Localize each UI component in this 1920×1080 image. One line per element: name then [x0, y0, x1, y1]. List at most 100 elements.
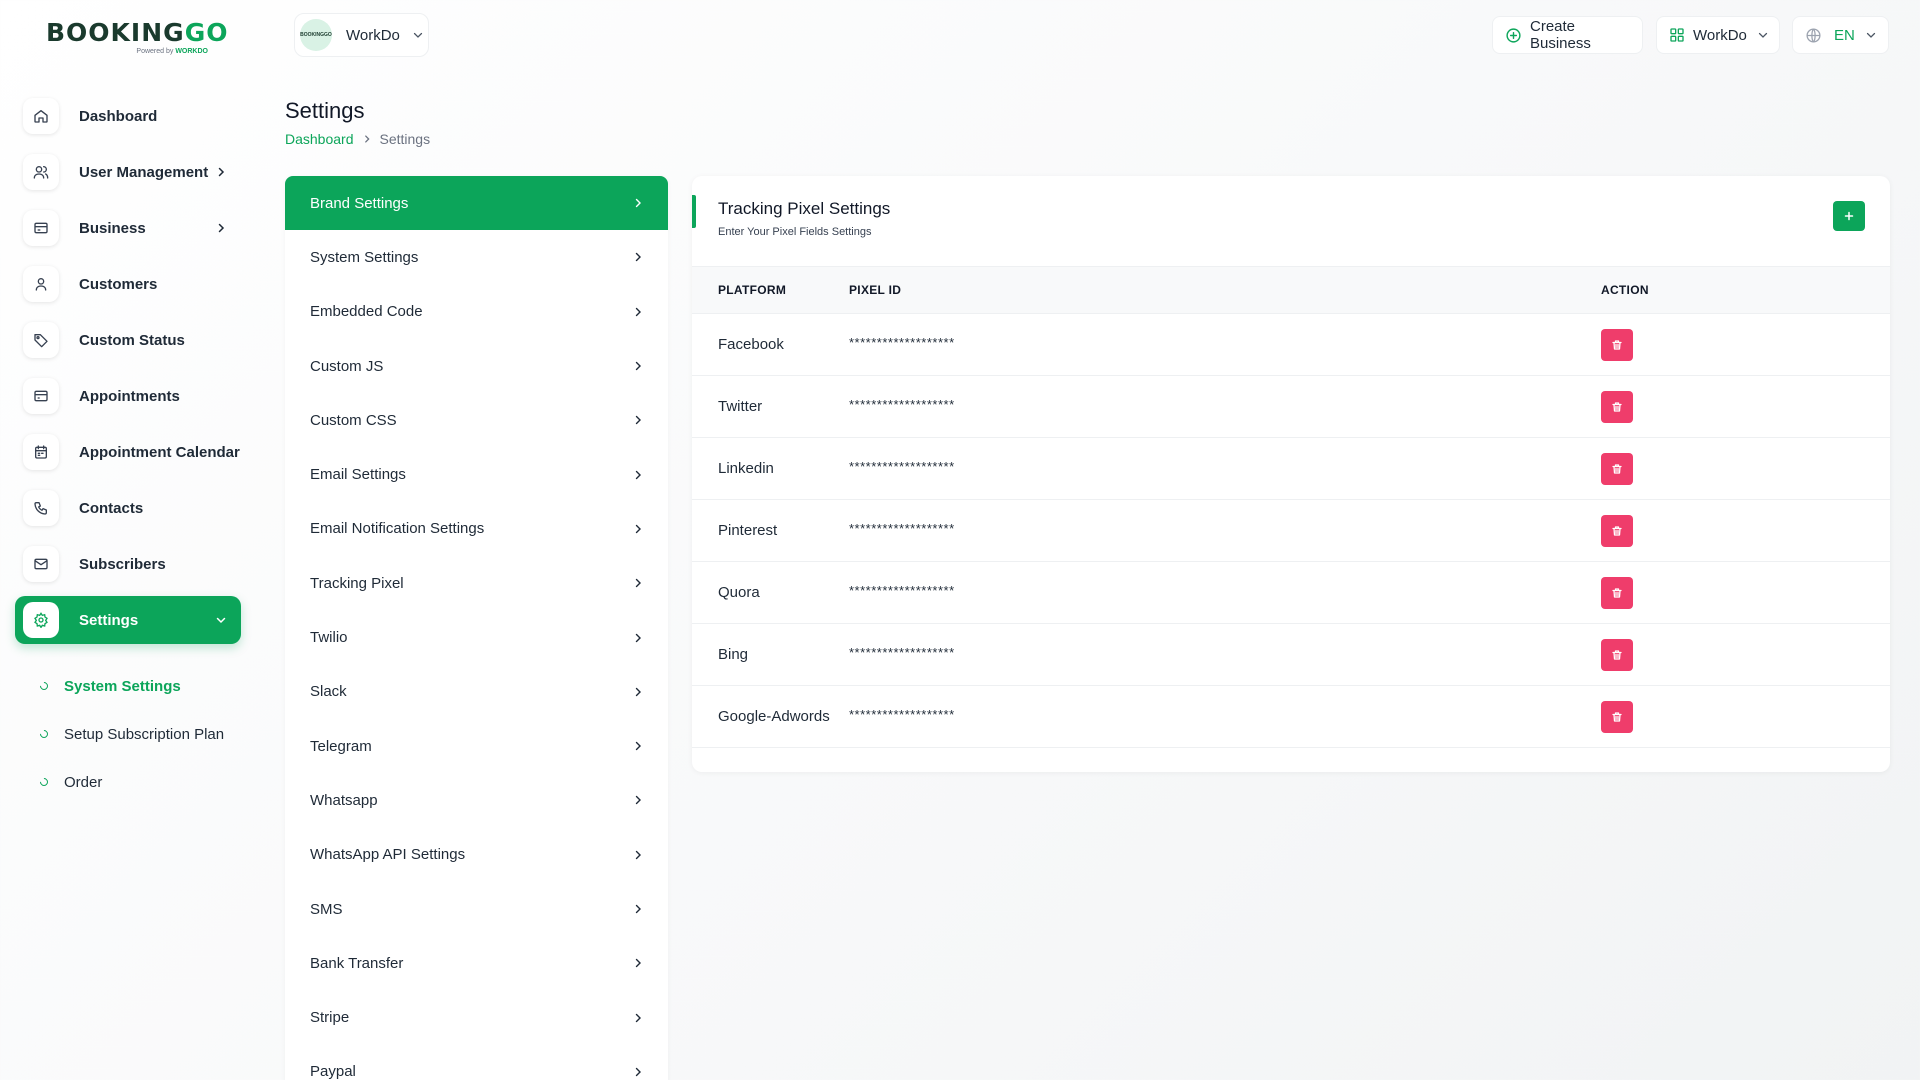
- cell-platform: Twitter: [718, 398, 763, 415]
- workspace-switcher[interactable]: BOOKINGGO WorkDo: [294, 13, 429, 57]
- trash-icon: [1611, 401, 1623, 413]
- trash-icon: [1611, 711, 1623, 723]
- chevron-down-icon: [412, 29, 424, 41]
- card-icon: [23, 378, 59, 414]
- settings-menu-item[interactable]: Slack: [285, 665, 668, 719]
- delete-pixel-button[interactable]: [1601, 701, 1633, 733]
- settings-menu-item[interactable]: Bank Transfer: [285, 936, 668, 990]
- cell-pixel-id: *******************: [849, 583, 955, 598]
- settings-menu-item[interactable]: WhatsApp API Settings: [285, 828, 668, 882]
- chevron-right-icon: [632, 1012, 644, 1024]
- gear-icon: [23, 602, 59, 638]
- delete-pixel-button[interactable]: [1601, 391, 1633, 423]
- subnav-item-system-settings[interactable]: System Settings: [30, 662, 240, 710]
- chevron-right-icon: [632, 1066, 644, 1078]
- mail-icon: [23, 546, 59, 582]
- breadcrumb: Dashboard Settings: [285, 131, 430, 147]
- users-icon: [23, 154, 59, 190]
- delete-pixel-button[interactable]: [1601, 329, 1633, 361]
- trash-icon: [1611, 463, 1623, 475]
- settings-menu-item-label: Email Notification Settings: [310, 520, 485, 538]
- sidebar-item-settings[interactable]: Settings: [15, 596, 241, 644]
- workspace-avatar: BOOKINGGO: [300, 19, 332, 51]
- sidebar-nav: Dashboard User Management Business Custo…: [15, 92, 241, 652]
- sidebar-item-subscribers[interactable]: Subscribers: [15, 540, 241, 588]
- sidebar-item-appointment-calendar[interactable]: Appointment Calendar: [15, 428, 241, 476]
- settings-menu-item-label: Tracking Pixel: [310, 574, 404, 592]
- settings-menu-item[interactable]: System Settings: [285, 230, 668, 284]
- sidebar-item-label: Business: [79, 219, 146, 237]
- table-header: PLATFORM PIXEL ID ACTION: [692, 266, 1890, 314]
- table-row: Facebook *******************: [692, 314, 1890, 376]
- trash-icon: [1611, 525, 1623, 537]
- settings-menu-item-label: Paypal: [310, 1063, 356, 1080]
- settings-menu-item[interactable]: Twilio: [285, 610, 668, 664]
- sidebar-item-customers[interactable]: Customers: [15, 260, 241, 308]
- settings-menu-item[interactable]: SMS: [285, 882, 668, 936]
- settings-menu-item[interactable]: Email Settings: [285, 447, 668, 501]
- settings-menu-item[interactable]: Paypal: [285, 1045, 668, 1080]
- trash-icon: [1611, 649, 1623, 661]
- cell-pixel-id: *******************: [849, 707, 955, 722]
- sidebar-item-label: User Management: [79, 163, 209, 181]
- settings-menu-item-label: Embedded Code: [310, 303, 423, 321]
- sidebar-item-label: Dashboard: [79, 107, 158, 125]
- settings-menu-item[interactable]: Telegram: [285, 719, 668, 773]
- chevron-right-icon: [632, 414, 644, 426]
- chevron-right-icon: [215, 222, 227, 234]
- chevron-right-icon: [632, 849, 644, 861]
- sidebar-item-business[interactable]: Business: [15, 204, 241, 252]
- chevron-down-icon: [1865, 29, 1877, 41]
- delete-pixel-button[interactable]: [1601, 515, 1633, 547]
- logo-text: BOOKINGGO: [46, 18, 229, 47]
- brand-logo[interactable]: BOOKINGGO Powered by WORKDO: [46, 18, 229, 60]
- sidebar-item-appointments[interactable]: Appointments: [15, 372, 241, 420]
- cell-pixel-id: *******************: [849, 459, 955, 474]
- sidebar-item-label: Customers: [79, 275, 158, 293]
- settings-menu-item[interactable]: Brand Settings: [285, 176, 668, 231]
- settings-menu-item[interactable]: Tracking Pixel: [285, 556, 668, 610]
- chevron-right-icon: [632, 957, 644, 969]
- settings-menu-item-label: WhatsApp API Settings: [310, 846, 466, 864]
- delete-pixel-button[interactable]: [1601, 639, 1633, 671]
- chevron-right-icon: [632, 469, 644, 481]
- settings-menu-item[interactable]: Whatsapp: [285, 773, 668, 827]
- sidebar-item-contacts[interactable]: Contacts: [15, 484, 241, 532]
- sidebar-item-dashboard[interactable]: Dashboard: [15, 92, 241, 140]
- delete-pixel-button[interactable]: [1601, 453, 1633, 485]
- workspace-dropdown[interactable]: WorkDo: [1656, 16, 1780, 54]
- sidebar-item-label: Subscribers: [79, 555, 166, 573]
- create-business-button[interactable]: Create Business: [1492, 16, 1643, 54]
- add-pixel-button[interactable]: [1833, 201, 1865, 231]
- settings-menu-item[interactable]: Stripe: [285, 990, 668, 1044]
- settings-menu-item[interactable]: Embedded Code: [285, 285, 668, 339]
- chevron-right-icon: [632, 251, 644, 263]
- subnav-item-subscription-plan[interactable]: Setup Subscription Plan: [30, 710, 240, 758]
- settings-subnav: System Settings Setup Subscription Plan …: [30, 662, 240, 806]
- settings-menu-item[interactable]: Custom CSS: [285, 393, 668, 447]
- settings-menu-item-label: Twilio: [310, 629, 348, 647]
- sidebar-item-label: Appointment Calendar: [79, 443, 240, 461]
- chevron-right-icon: [632, 577, 644, 589]
- delete-pixel-button[interactable]: [1601, 577, 1633, 609]
- settings-menu-item-label: Custom JS: [310, 357, 384, 375]
- chevron-right-icon: [362, 134, 372, 144]
- table-row: Pinterest *******************: [692, 500, 1890, 562]
- cell-platform: Bing: [718, 646, 749, 663]
- cell-pixel-id: *******************: [849, 645, 955, 660]
- settings-menu-item[interactable]: Custom JS: [285, 339, 668, 393]
- cell-pixel-id: *******************: [849, 521, 955, 536]
- sidebar-item-custom-status[interactable]: Custom Status: [15, 316, 241, 364]
- sidebar: BOOKINGGO Powered by WORKDO Dashboard Us…: [0, 0, 256, 1080]
- cell-platform: Linkedin: [718, 460, 774, 477]
- column-header-platform: PLATFORM: [718, 283, 787, 297]
- subnav-item-order[interactable]: Order: [30, 758, 240, 806]
- settings-menu-item-label: Whatsapp: [310, 791, 378, 809]
- calendar-icon: [23, 434, 59, 470]
- phone-icon: [23, 490, 59, 526]
- settings-menu-item[interactable]: Email Notification Settings: [285, 502, 668, 556]
- sidebar-item-user-management[interactable]: User Management: [15, 148, 241, 196]
- breadcrumb-dashboard-link[interactable]: Dashboard: [285, 131, 354, 147]
- card-subtitle: Enter Your Pixel Fields Settings: [718, 226, 872, 238]
- language-dropdown[interactable]: EN: [1792, 16, 1889, 54]
